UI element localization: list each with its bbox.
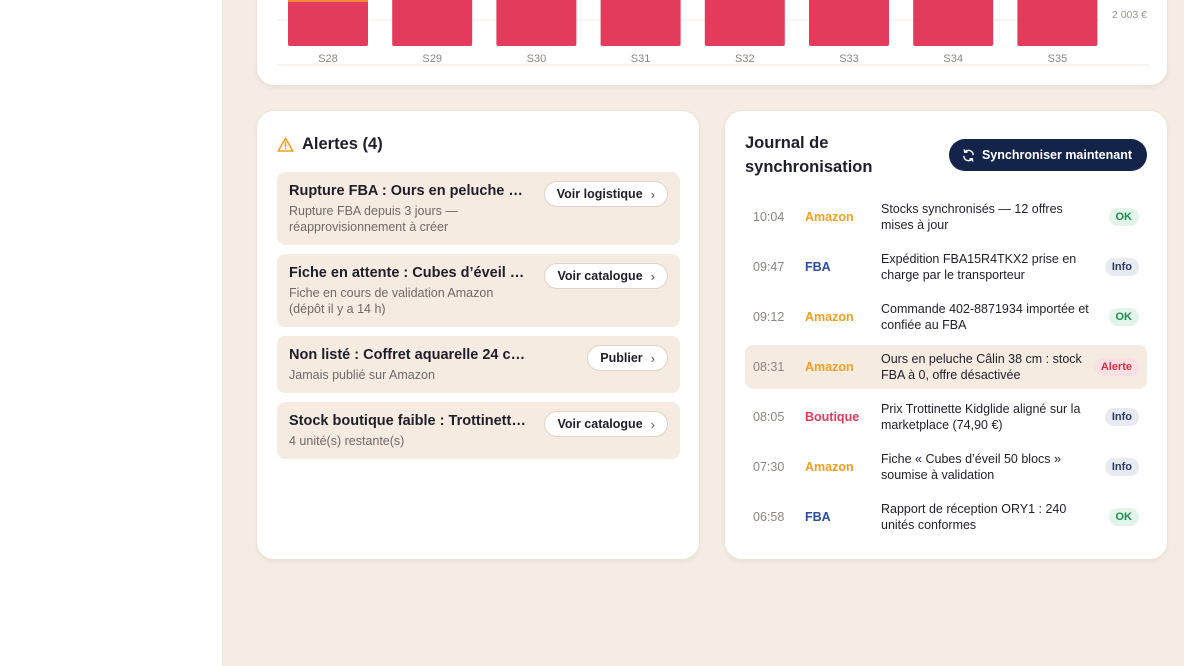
alert-action-label: Publier (600, 351, 643, 365)
chart-x-tick-label: S30 (527, 53, 547, 65)
status-badge: Info (1104, 458, 1139, 476)
sync-log-row: 08:05 Boutique Prix Trottinette Kidglide a… (745, 395, 1147, 439)
status-badge: Info (1104, 408, 1139, 426)
log-source: Amazon (805, 360, 854, 374)
chart-x-tick-label: S28 (318, 53, 338, 65)
alert-action-button[interactable]: Voir logistique › (543, 181, 668, 207)
alert-action-label: Voir catalogue (557, 417, 643, 431)
alert-description: 4 unité(s) restante(s) (289, 434, 405, 448)
alert-description: Fiche en cours de validation Amazon (dép… (289, 286, 494, 316)
refresh-icon (963, 148, 974, 162)
chart-x-tick-label: S31 (631, 53, 651, 65)
sync-now-button[interactable]: Synchroniser maintenant (948, 139, 1147, 171)
sidebar (0, 0, 223, 666)
chart-bar-highlight (288, 0, 368, 2)
alerts-card: Alertes (4) Rupture FBA : Ours en peluch… (256, 110, 700, 560)
chart-bar (913, 0, 994, 46)
chart-bar (1017, 0, 1098, 46)
alert-title: Rupture FBA : Ours en peluche C... (289, 183, 527, 199)
chart-y-tick-label: 2 003 € (1112, 9, 1147, 21)
log-message: Expédition FBA15R4TKX2 prise en charge p… (881, 252, 1077, 282)
status-badge: OK (1108, 508, 1139, 526)
weekly-chart-card: S28 S29 S30 S31 S32 S33 S34 S35 2 003 € (256, 0, 1168, 86)
alert-title: Non listé : Coffret aquarelle 24 couleur… (289, 347, 527, 363)
log-time: 08:31 (753, 360, 785, 374)
log-message: Fiche « Cubes d’éveil 50 blocs » soumise… (881, 452, 1061, 482)
chart-bar (809, 0, 889, 46)
alert-title: Fiche en attente : Cubes d’éveil e... (289, 265, 527, 281)
log-time: 09:12 (753, 310, 785, 324)
chart-x-tick-label: S35 (1048, 53, 1068, 65)
alert-title: Stock boutique faible : Trottinette... (289, 413, 527, 429)
status-badge: Alerte (1093, 358, 1139, 376)
chart-bar (496, 0, 577, 46)
status-badge: OK (1108, 308, 1139, 326)
chart-x-tick-label: S29 (422, 53, 442, 65)
chart-x-tick-label: S34 (943, 53, 963, 65)
status-badge: OK (1108, 208, 1139, 226)
log-message: Rapport de réception ORY1 : 240 unités c… (881, 502, 1067, 532)
chart-bar (600, 0, 681, 46)
chart-x-tick-label: S33 (839, 53, 859, 65)
log-time: 07:30 (753, 460, 785, 474)
log-source: Amazon (805, 310, 854, 324)
sync-log-row: 07:30 Amazon Fiche « Cubes d’éveil 50 bloc… (745, 445, 1147, 489)
log-source: Boutique (805, 410, 860, 424)
chevron-right-icon: › (650, 268, 655, 284)
chevron-right-icon: › (650, 350, 655, 366)
chart-bar (288, 0, 368, 46)
alert-item: Fiche en attente : Cubes d’éveil e... Fic… (277, 254, 680, 327)
alert-description: Rupture FBA depuis 3 jours — réapprovisi… (289, 204, 458, 234)
log-source: FBA (805, 510, 831, 524)
sync-log-row: 09:12 Amazon Commande 402-8871934 importée… (745, 295, 1147, 339)
chart-bar (392, 0, 473, 46)
alert-item: Stock boutique faible : Trottinette... 4 … (277, 402, 680, 459)
alert-action-button[interactable]: Voir catalogue › (544, 263, 668, 289)
sync-log-row: 08:31 Amazon Ours en peluche Câlin 38 cm :… (745, 345, 1147, 389)
chevron-right-icon: › (650, 416, 655, 432)
sync-journal-card: Journal de synchronisation Synchroniser … (724, 110, 1168, 560)
log-source: Amazon (805, 210, 854, 224)
alert-action-label: Voir catalogue (557, 269, 643, 283)
alert-action-label: Voir logistique (556, 187, 643, 201)
alert-action-button[interactable]: Voir catalogue › (544, 411, 668, 437)
alert-item: Rupture FBA : Ours en peluche C... Ruptur… (277, 172, 680, 245)
log-time: 09:47 (753, 260, 785, 274)
alert-action-button[interactable]: Publier › (587, 345, 668, 371)
alert-item: Non listé : Coffret aquarelle 24 couleur… (277, 336, 680, 393)
log-source: Amazon (805, 460, 854, 474)
sync-log-row: 10:04 Amazon Stocks synchronisés — 12 offr… (745, 195, 1147, 239)
log-message: Ours en peluche Câlin 38 cm : stock FBA … (881, 352, 1082, 382)
alerts-title: Alertes (4) (302, 135, 383, 153)
log-message: Stocks synchronisés — 12 offres mises à … (881, 202, 1063, 232)
log-source: FBA (805, 260, 831, 274)
sync-log-row: 06:58 FBA Rapport de réception ORY1 : 240 … (745, 495, 1147, 539)
chevron-right-icon: › (650, 186, 655, 202)
log-time: 10:04 (753, 210, 785, 224)
weekly-bar-chart: S28 S29 S30 S31 S32 S33 S34 S35 2 003 € (277, 0, 1149, 66)
log-time: 06:58 (753, 510, 785, 524)
log-time: 08:05 (753, 410, 785, 424)
journal-title: Journal de synchronisation (745, 134, 873, 176)
alerts-header: Alertes (4) (277, 135, 383, 154)
alert-description: Jamais publié sur Amazon (289, 368, 435, 382)
sync-log-row: 09:47 FBA Expédition FBA15R4TKX2 prise en … (745, 245, 1147, 289)
sync-now-label: Synchroniser maintenant (981, 148, 1132, 162)
status-badge: Info (1104, 258, 1139, 276)
warning-triangle-icon (277, 137, 294, 152)
chart-x-tick-label: S32 (735, 53, 755, 65)
log-message: Commande 402-8871934 importée et confiée… (881, 302, 1089, 332)
chart-bar (704, 0, 785, 46)
log-message: Prix Trottinette Kidglide aligné sur la … (881, 402, 1081, 432)
sync-log-list: 10:04 Amazon Stocks synchronisés — 12 offr… (745, 195, 1147, 545)
alerts-list: Rupture FBA : Ours en peluche C... Ruptur… (277, 172, 680, 468)
